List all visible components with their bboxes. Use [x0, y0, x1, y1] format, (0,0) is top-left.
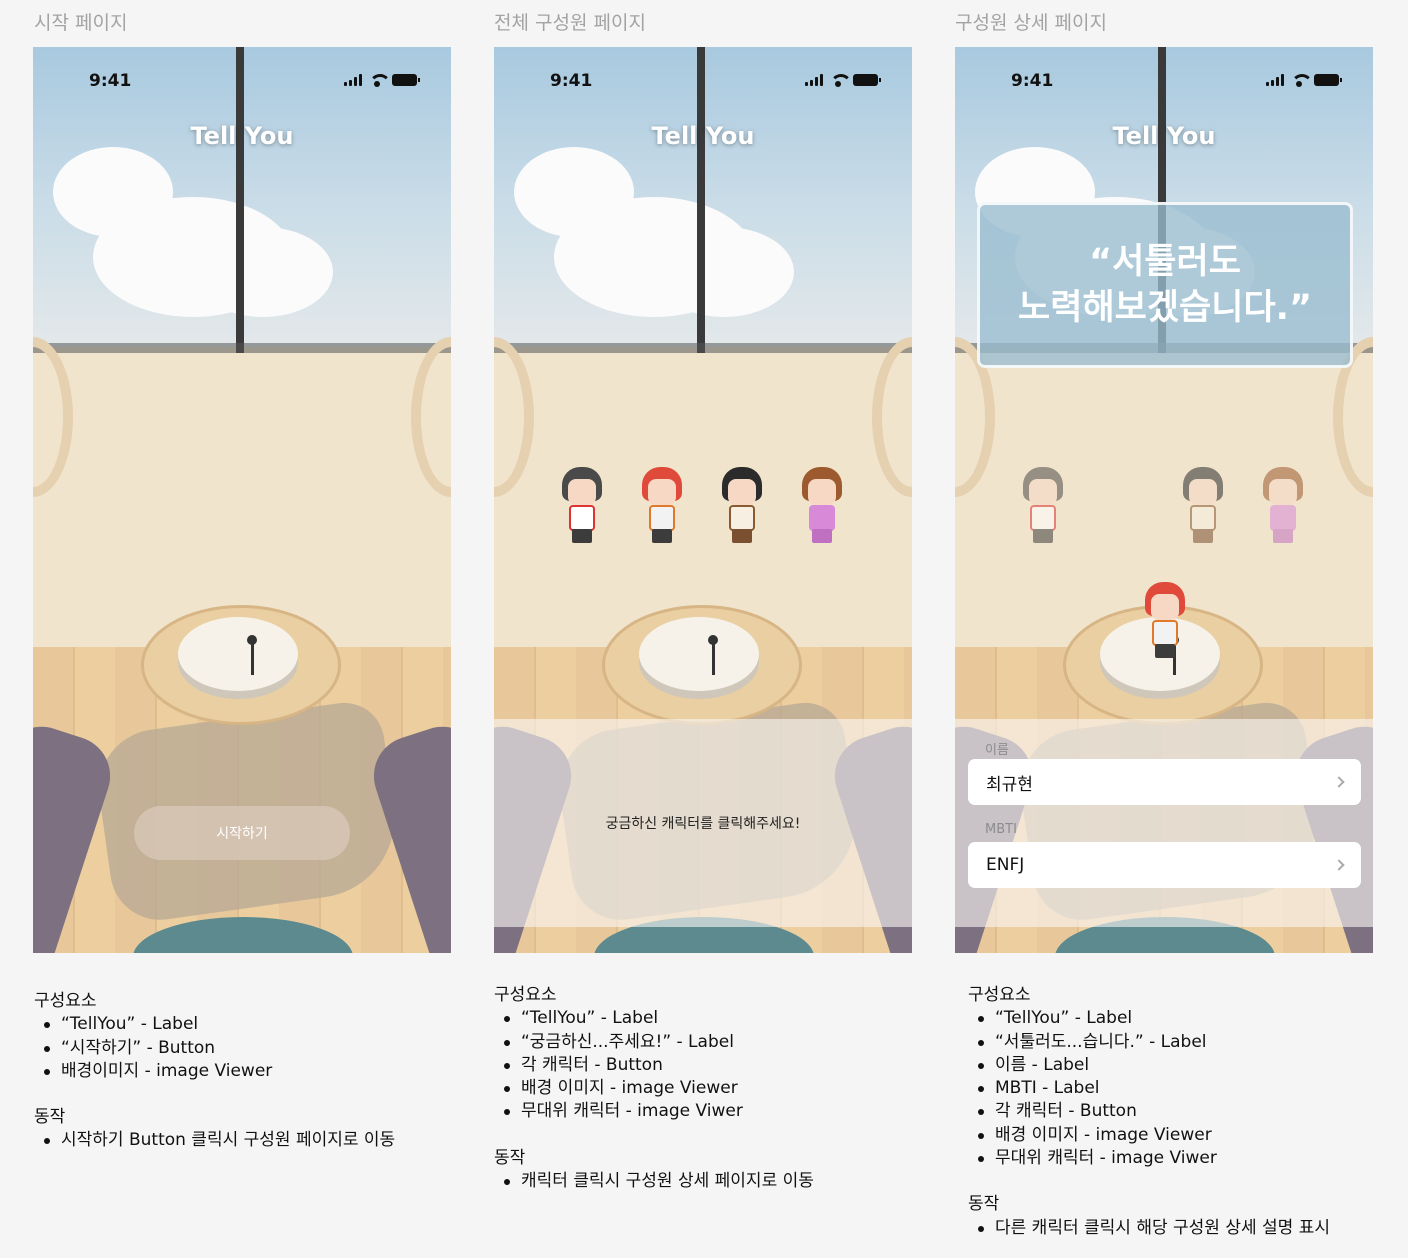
notes-start-page: 구성요소 “TellYou” - Label “시작하기” - Button 배…	[34, 990, 395, 1153]
components-heading: 구성요소	[968, 985, 1031, 1005]
list-item: “TellYou” - Label	[34, 1013, 395, 1036]
components-list: “TellYou” - Label “시작하기” - Button 배경이미지 …	[34, 1013, 395, 1083]
actions-list: 다른 캐릭터 클릭시 해당 구성원 상세 설명 표시	[968, 1217, 1330, 1240]
components-list: “TellYou” - Label “궁금하신...주세요!” - Label …	[494, 1007, 814, 1123]
stage-table	[639, 617, 759, 691]
app-title: Tell You	[190, 122, 294, 150]
character-button[interactable]	[717, 467, 767, 547]
character-button[interactable]	[1178, 467, 1228, 547]
notes-all-members: 구성요소 “TellYou” - Label “궁금하신...주세요!” - L…	[494, 984, 814, 1193]
quote-line: “서툴러도	[1089, 242, 1241, 282]
hint-label: 궁금하신 캐릭터를 클릭해주세요!	[605, 816, 801, 832]
name-field[interactable]: 최규현	[968, 759, 1361, 805]
signal-icon	[344, 74, 362, 86]
character-button[interactable]	[1258, 467, 1308, 547]
actions-list: 시작하기 Button 클릭시 구성원 페이지로 이동	[34, 1129, 395, 1152]
list-item: “궁금하신...주세요!” - Label	[494, 1031, 814, 1054]
app-title: Tell You	[1112, 122, 1216, 150]
all-members-screen: 궁금하신 캐릭터를 클릭해주세요! 9:41 Tell You	[494, 47, 912, 953]
mbti-label: MBTI	[985, 822, 1017, 837]
stage-table	[178, 617, 298, 691]
mbti-field[interactable]: ENFJ	[968, 842, 1361, 888]
list-item: MBTI - Label	[968, 1077, 1330, 1100]
list-item: “TellYou” - Label	[968, 1007, 1330, 1030]
character-button[interactable]	[1018, 467, 1068, 547]
list-item: “TellYou” - Label	[494, 1007, 814, 1030]
stage-character	[1140, 582, 1190, 662]
bottom-panel	[955, 719, 1373, 927]
list-item: 시작하기 Button 클릭시 구성원 페이지로 이동	[34, 1129, 395, 1152]
status-time: 9:41	[89, 71, 132, 91]
list-item: 무대위 캐릭터 - image Viwer	[968, 1147, 1330, 1170]
window-frame	[697, 47, 705, 353]
components-list: “TellYou” - Label “서툴러도...습니다.” - Label …	[968, 1007, 1330, 1170]
member-detail-screen: “서툴러도 노력해보겠습니다.” 이름 최규현 MBTI ENFJ 9:41 T…	[955, 47, 1373, 953]
character-button[interactable]	[797, 467, 847, 547]
start-button[interactable]: 시작하기	[134, 806, 350, 860]
list-item: 배경 이미지 - image Viewer	[968, 1124, 1330, 1147]
chevron-right-icon	[1333, 859, 1345, 871]
list-item: 배경이미지 - image Viewer	[34, 1060, 395, 1083]
start-page-screen: 9:41 Tell You 시작하기	[33, 47, 451, 953]
list-item: 무대위 캐릭터 - image Viwer	[494, 1100, 814, 1123]
mbti-value: ENFJ	[986, 855, 1025, 875]
battery-icon	[1314, 74, 1342, 86]
window-sill	[33, 343, 451, 353]
wifi-icon	[369, 74, 391, 87]
character-button[interactable]	[637, 467, 687, 547]
chevron-right-icon	[1333, 776, 1345, 788]
battery-icon	[853, 74, 881, 86]
signal-icon	[805, 74, 823, 86]
list-item: “서툴러도...습니다.” - Label	[968, 1031, 1330, 1054]
microphone-head	[708, 635, 718, 645]
app-title: Tell You	[651, 122, 755, 150]
status-time: 9:41	[1011, 71, 1054, 91]
wifi-icon	[830, 74, 852, 87]
cloud	[654, 227, 794, 317]
quote-box: “서툴러도 노력해보겠습니다.”	[977, 202, 1353, 368]
column-title: 전체 구성원 페이지	[494, 12, 646, 34]
list-item: 이름 - Label	[968, 1054, 1330, 1077]
list-item: 다른 캐릭터 클릭시 해당 구성원 상세 설명 표시	[968, 1217, 1330, 1240]
window-frame	[236, 47, 244, 353]
components-heading: 구성요소	[34, 991, 97, 1011]
name-label: 이름	[985, 743, 1009, 758]
actions-list: 캐릭터 클릭시 구성원 상세 페이지로 이동	[494, 1170, 814, 1193]
microphone-head	[247, 635, 257, 645]
battery-icon	[392, 74, 420, 86]
quote-line: 노력해보겠습니다.”	[1018, 288, 1312, 328]
column-title: 구성원 상세 페이지	[955, 12, 1107, 34]
list-item: “시작하기” - Button	[34, 1037, 395, 1060]
status-icons	[805, 74, 881, 87]
wifi-icon	[1291, 74, 1313, 87]
window-sill	[494, 343, 912, 353]
list-item: 각 캐릭터 - Button	[968, 1100, 1330, 1123]
notes-member-detail: 구성요소 “TellYou” - Label “서툴러도...습니다.” - L…	[968, 984, 1330, 1240]
column-title: 시작 페이지	[34, 12, 128, 34]
actions-heading: 동작	[968, 1194, 1000, 1215]
status-time: 9:41	[550, 71, 593, 91]
status-icons	[344, 74, 420, 87]
list-item: 각 캐릭터 - Button	[494, 1054, 814, 1077]
cloud	[193, 227, 333, 317]
actions-heading: 동작	[34, 1107, 66, 1128]
list-item: 배경 이미지 - image Viewer	[494, 1077, 814, 1100]
status-icons	[1266, 74, 1342, 87]
components-heading: 구성요소	[494, 985, 557, 1005]
name-value: 최규현	[986, 774, 1033, 795]
actions-heading: 동작	[494, 1147, 526, 1168]
character-button[interactable]	[557, 467, 607, 547]
list-item: 캐릭터 클릭시 구성원 상세 페이지로 이동	[494, 1170, 814, 1193]
signal-icon	[1266, 74, 1284, 86]
